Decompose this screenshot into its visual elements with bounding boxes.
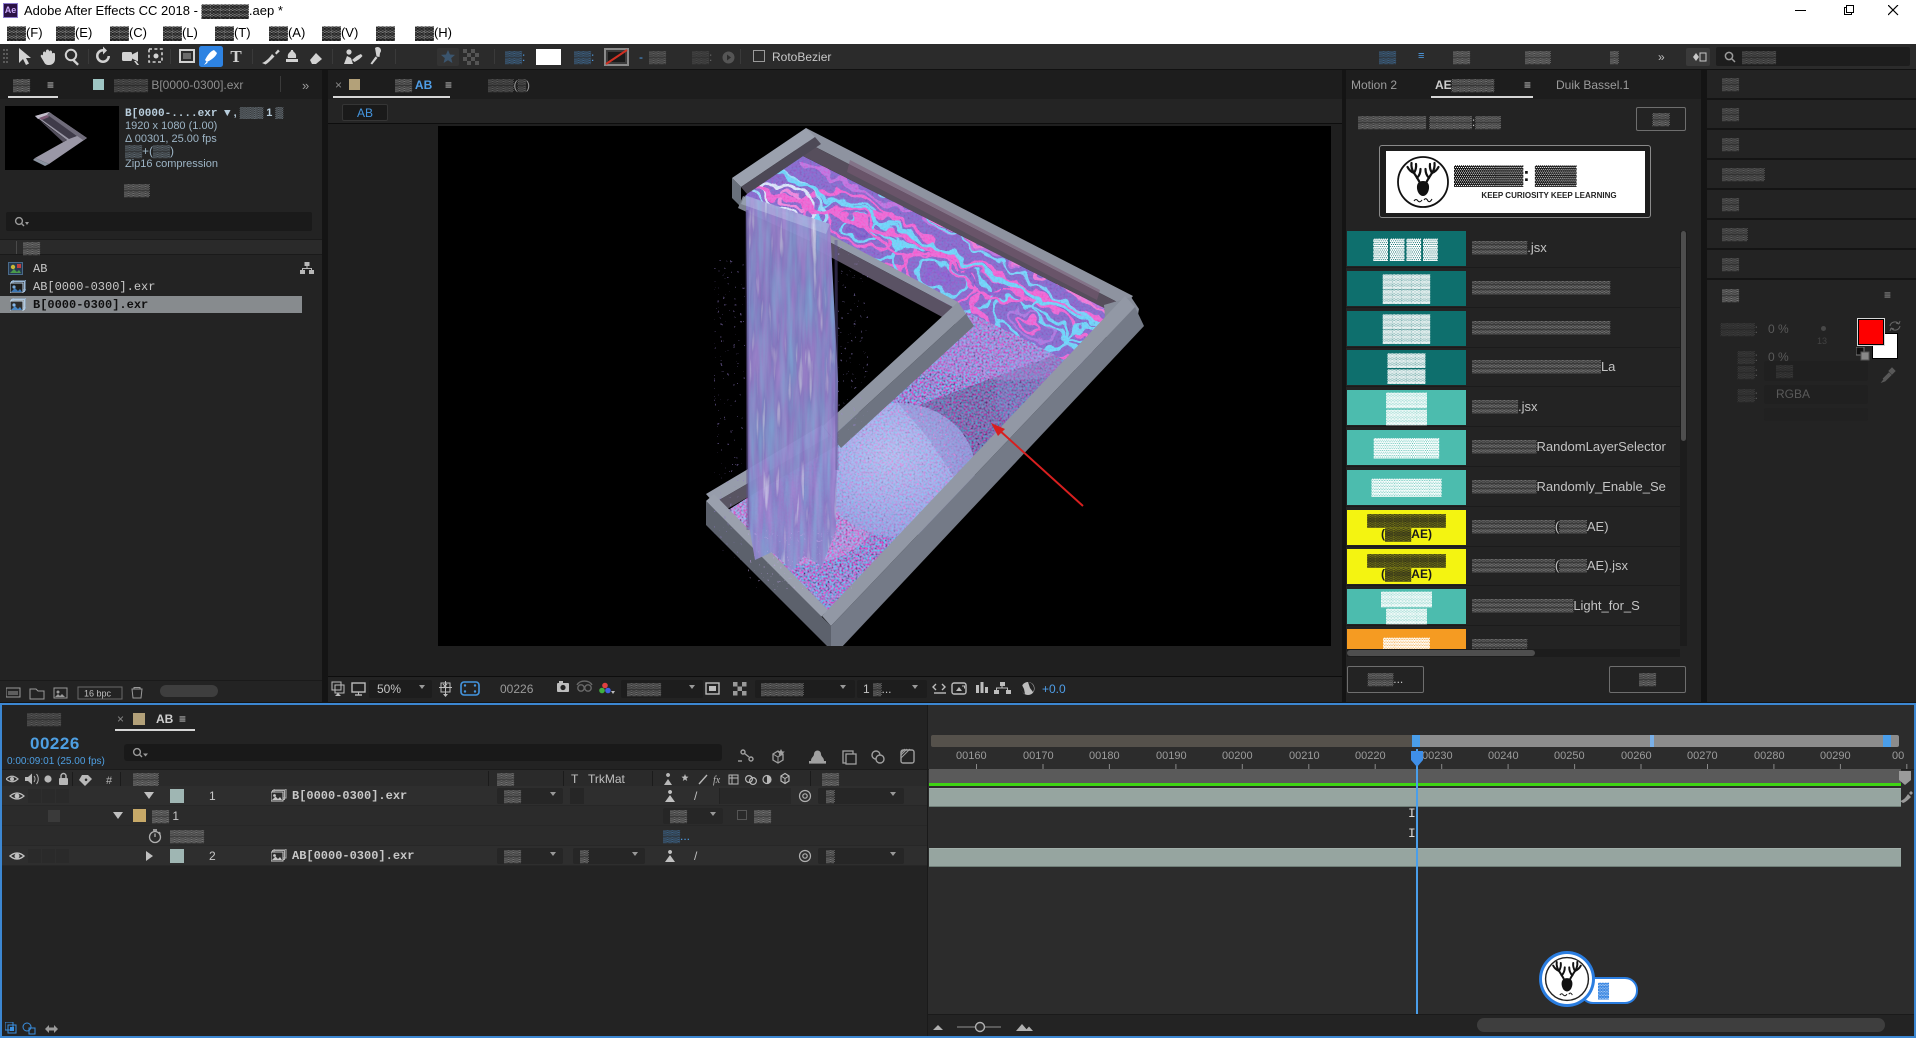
svg-text:#: # bbox=[106, 775, 113, 786]
svg-text:T: T bbox=[230, 47, 242, 66]
svg-text:fx: fx bbox=[713, 775, 721, 786]
svg-text:16 bpc: 16 bpc bbox=[84, 689, 112, 699]
